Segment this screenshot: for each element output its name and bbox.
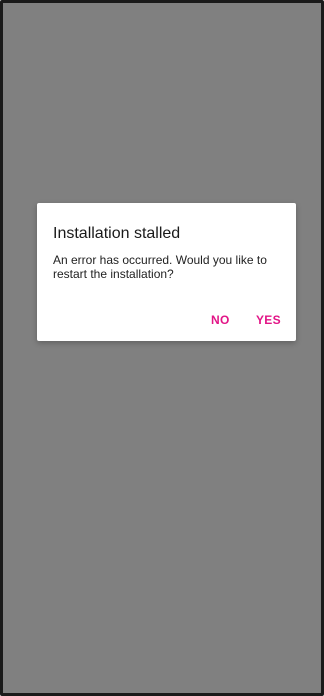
dialog-message: An error has occurred. Would you like to… <box>53 253 267 281</box>
no-button[interactable]: NO <box>208 311 233 329</box>
error-dialog: Installation stalled An error has occurr… <box>37 203 296 341</box>
dialog-title: Installation stalled <box>53 225 181 242</box>
screen-scrim: Installation stalled An error has occurr… <box>0 0 324 696</box>
yes-button[interactable]: YES <box>253 311 284 329</box>
